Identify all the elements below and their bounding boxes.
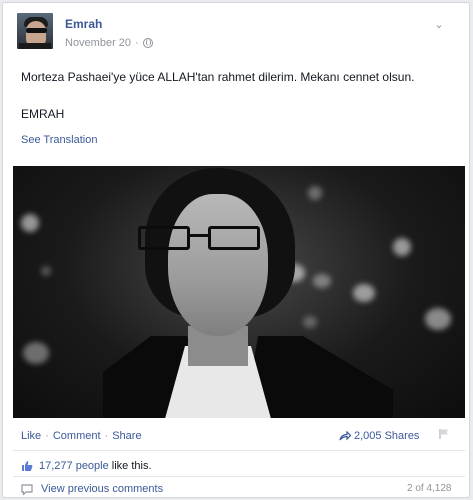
thumbs-up-icon [22, 461, 33, 471]
globe-icon[interactable] [142, 38, 153, 48]
likes-suffix: like this. [111, 460, 152, 472]
separator: · [104, 430, 109, 442]
avatar[interactable] [17, 13, 53, 49]
flag-icon[interactable] [438, 428, 450, 440]
separator: · [45, 430, 49, 442]
divider [13, 450, 465, 451]
see-translation-link[interactable]: See Translation [21, 134, 97, 146]
post-actions: Like · Comment · Share [21, 430, 142, 442]
author-name[interactable]: Emrah [65, 17, 102, 31]
like-link[interactable]: Like [21, 430, 41, 442]
post-card: Emrah November 20 · ⌄ Morteza Pashaei'ye… [2, 2, 470, 498]
chevron-down-icon[interactable]: ⌄ [433, 19, 445, 31]
share-arrow-icon [339, 431, 351, 441]
post-header: Emrah November 20 · ⌄ [17, 13, 457, 59]
view-previous-comments[interactable]: View previous comments [21, 483, 163, 495]
comment-icon [21, 483, 33, 495]
post-signature: EMRAH [21, 107, 65, 121]
comments-page-count: 2 of 4,128 [407, 483, 452, 494]
post-photo[interactable] [13, 166, 465, 418]
view-previous-comments-label: View previous comments [41, 483, 164, 495]
likes-summary: 17,277 people like this. [21, 460, 152, 472]
post-meta: November 20 · [65, 37, 153, 49]
post-text: Morteza Pashaei'ye yüce ALLAH'tan rahmet… [21, 70, 415, 84]
separator: · [135, 37, 139, 49]
post-date[interactable]: November 20 [65, 37, 131, 49]
share-count-text: 2,005 Shares [354, 430, 420, 442]
share-count[interactable]: 2,005 Shares [339, 430, 419, 442]
share-link[interactable]: Share [112, 430, 141, 442]
divider [13, 476, 465, 477]
likes-count-link[interactable]: 17,277 people [39, 460, 109, 472]
comment-link[interactable]: Comment [53, 430, 101, 442]
